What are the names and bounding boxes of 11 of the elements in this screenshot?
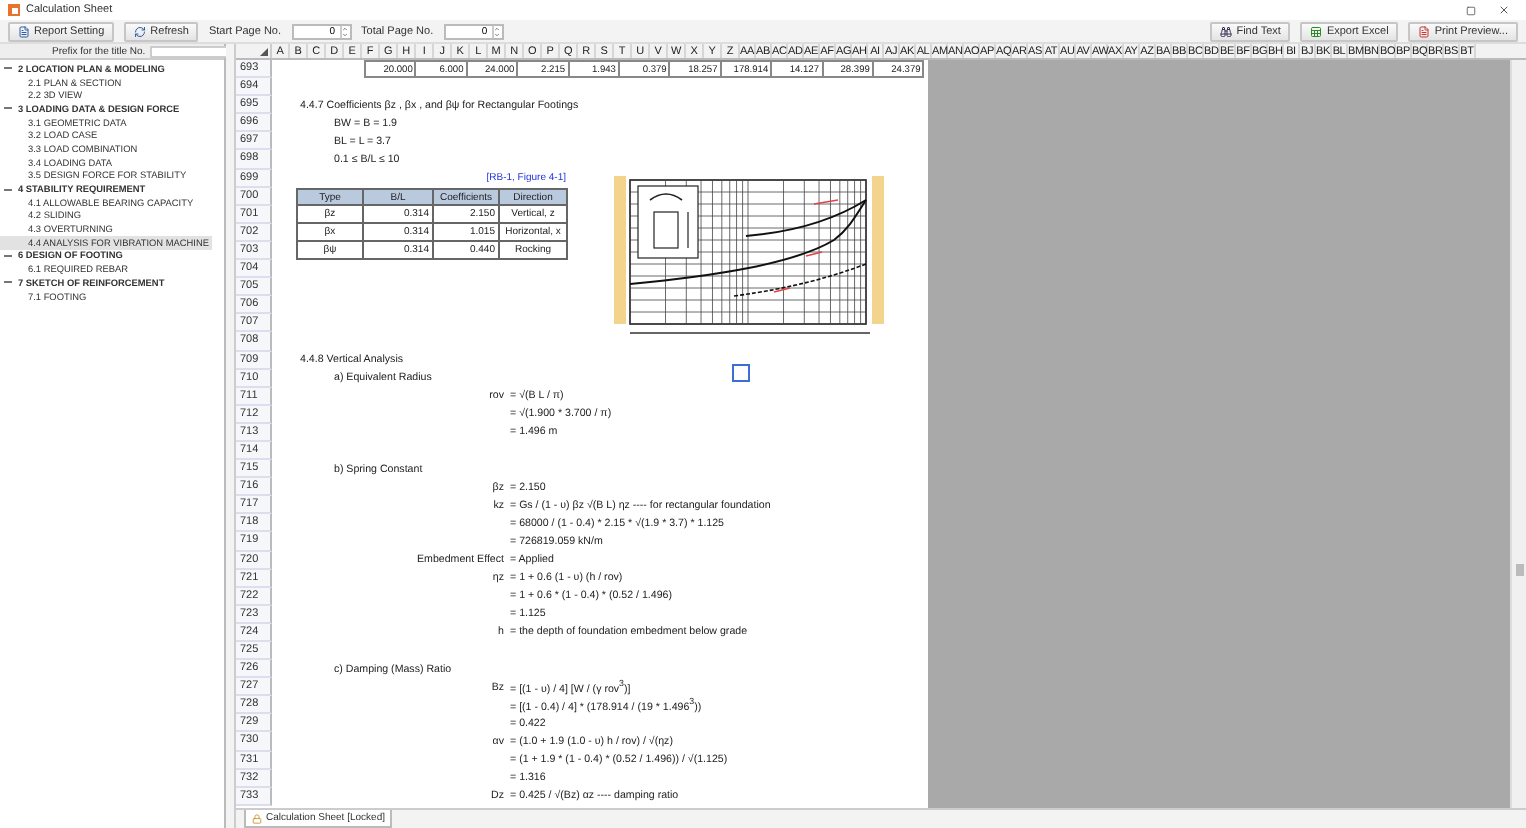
binoculars-icon — [1220, 25, 1233, 37]
lock-icon — [252, 813, 262, 823]
square-icon — [1465, 5, 1475, 15]
vertical-scrollbar[interactable] — [1510, 60, 1526, 808]
document-icon — [1418, 25, 1431, 37]
selection-square-icon — [732, 364, 750, 382]
refresh-icon — [134, 25, 147, 37]
spreadsheet-icon — [1310, 25, 1323, 37]
select-all-icon[interactable] — [260, 48, 268, 56]
document-icon — [18, 25, 30, 37]
close-icon — [1498, 4, 1510, 16]
